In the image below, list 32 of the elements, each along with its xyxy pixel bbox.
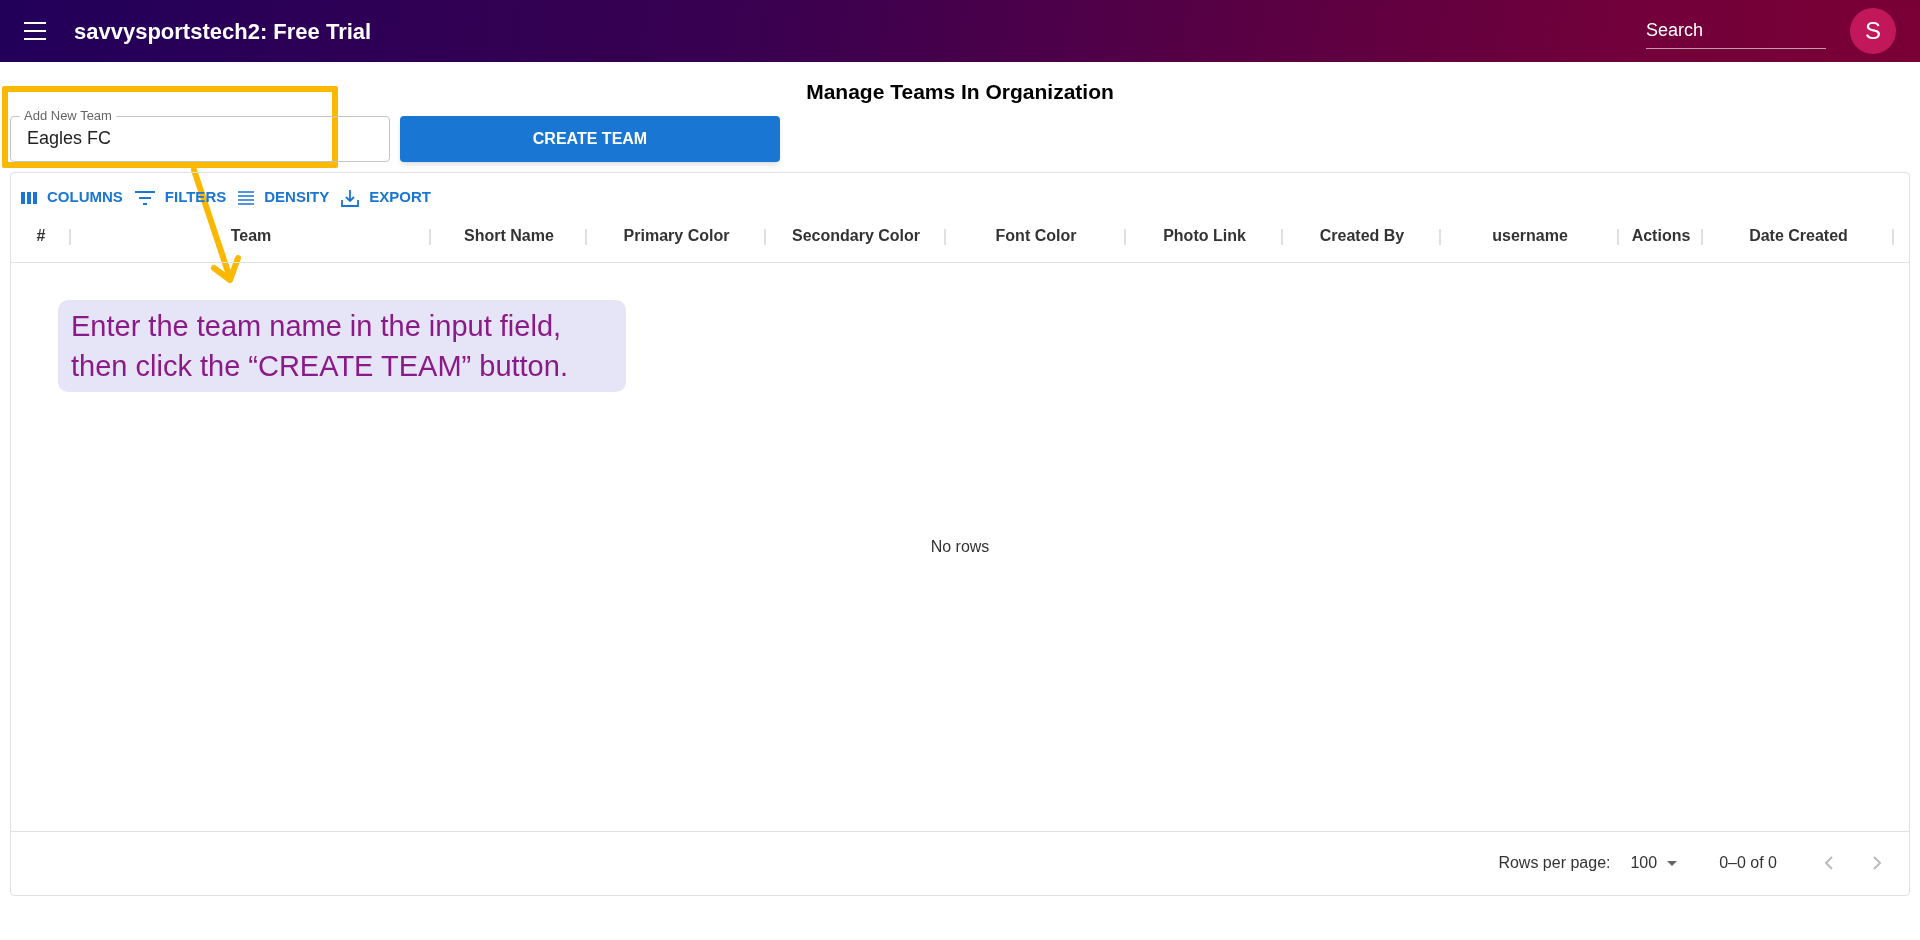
instruction-callout: Enter the team name in the input field, then click the “CREATE TEAM” button.	[58, 300, 626, 392]
column-header[interactable]: Actions	[1631, 224, 1691, 248]
empty-message: No rows	[930, 536, 990, 557]
rows-per-page-label: Rows per page:	[1498, 853, 1611, 873]
rows-per-page-select[interactable]: 100	[1630, 851, 1678, 875]
column-header[interactable]: #	[36, 224, 46, 248]
toolbar-button[interactable]: DENSITY	[238, 186, 330, 209]
column-header[interactable]: Photo Link	[1163, 224, 1246, 248]
column-header[interactable]: Font Color	[995, 224, 1077, 248]
download-icon	[341, 188, 360, 207]
filter-icon	[134, 190, 155, 205]
menu-icon[interactable]	[24, 22, 46, 40]
column-header[interactable]: Secondary Color	[792, 224, 920, 248]
search-field[interactable]: Search	[1646, 13, 1826, 49]
column-header[interactable]: Short Name	[464, 224, 554, 248]
toolbar-button[interactable]: EXPORT	[341, 186, 431, 209]
chevron-right-icon	[1872, 855, 1882, 871]
column-header[interactable]: Primary Color	[623, 224, 730, 248]
column-header[interactable]: username	[1492, 224, 1568, 248]
create-team-button[interactable]: CREATE TEAM	[400, 115, 780, 162]
chevron-left-icon	[1824, 855, 1834, 871]
columns-icon	[21, 190, 37, 205]
toolbar-button[interactable]: COLUMNS	[21, 186, 123, 209]
caret-icon	[1667, 860, 1678, 866]
page-range: 0–0 of 0	[1719, 853, 1777, 873]
column-header[interactable]: Date Created	[1749, 224, 1848, 248]
column-header[interactable]: Created By	[1319, 224, 1405, 248]
user-avatar[interactable]: S	[1850, 8, 1896, 54]
app-title: savvysportstech2: Free Trial	[74, 17, 372, 46]
density-icon	[238, 190, 255, 205]
page-title: Manage Teams In Organization	[806, 79, 1114, 105]
column-header[interactable]: Team	[230, 224, 272, 248]
